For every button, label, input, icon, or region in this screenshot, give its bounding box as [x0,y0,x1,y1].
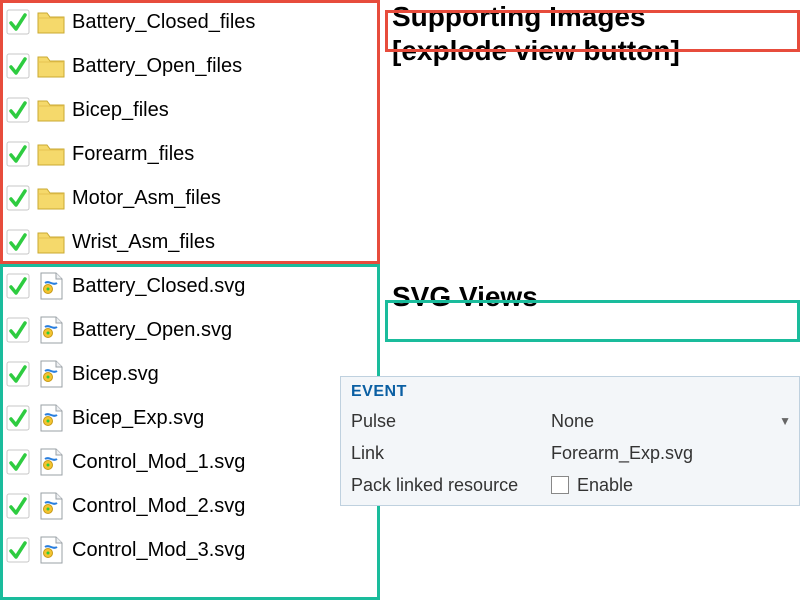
dropdown-icon[interactable]: ▼ [779,414,791,428]
svg-group-highlight [0,264,380,600]
pack-label: Pack linked resource [341,475,551,496]
link-label: Link [341,443,551,464]
link-row[interactable]: Link Forearm_Exp.svg [341,437,799,469]
supporting-images-highlight [385,10,800,52]
pulse-value: None [551,411,594,432]
folder-group-highlight [0,0,380,264]
enable-label: Enable [577,475,633,496]
pack-resource-row[interactable]: Pack linked resource Enable [341,469,799,501]
pulse-label: Pulse [341,411,551,432]
link-value: Forearm_Exp.svg [551,443,693,464]
event-properties-panel: EVENT Pulse None ▼ Link Forearm_Exp.svg … [340,376,800,506]
pulse-row[interactable]: Pulse None ▼ [341,405,799,437]
enable-checkbox[interactable] [551,476,569,494]
event-panel-title: EVENT [341,377,799,405]
svg-views-highlight [385,300,800,342]
